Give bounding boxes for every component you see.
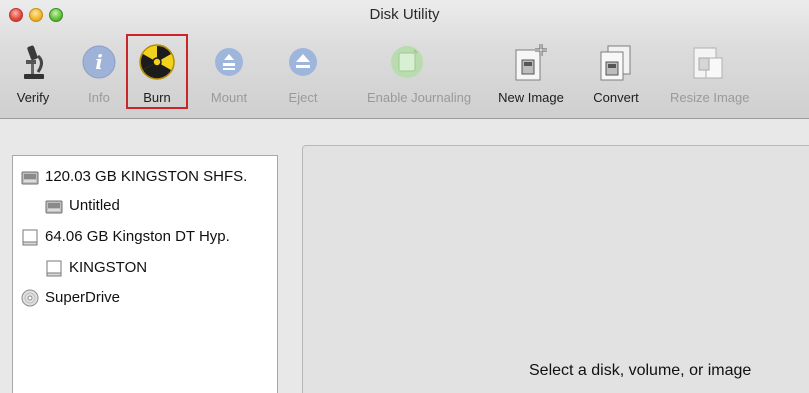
usb-drive-icon — [22, 229, 38, 246]
info-icon: i — [82, 45, 116, 79]
new-image-icon — [515, 44, 547, 81]
mount-icon — [215, 48, 243, 76]
volume-item-label: KINGSTON — [69, 259, 148, 276]
info-button[interactable]: i Info — [79, 42, 119, 105]
window-title: Disk Utility — [369, 6, 440, 23]
toolbar: Disk Utility Verify i Info Burn Mount Ej… — [0, 0, 809, 119]
device-item-label: 120.03 GB KINGSTON SHFS. — [45, 168, 248, 185]
disk-utility-window: Disk Utility Verify i Info Burn Mount Ej… — [0, 0, 809, 393]
mount-button[interactable]: Mount — [211, 42, 247, 105]
convert-icon — [600, 45, 631, 81]
eject-button[interactable]: Eject — [286, 42, 320, 105]
svg-text:i: i — [95, 50, 103, 74]
enable-journaling-button[interactable]: Enable Journaling — [367, 42, 471, 105]
volume-item-label: Untitled — [69, 197, 120, 214]
optical-drive-icon — [21, 289, 39, 307]
verify-label: Verify — [16, 90, 50, 105]
info-pane: Select a disk, volume, or image — [302, 145, 809, 393]
hard-drive-icon — [21, 171, 39, 185]
selection-hint: Select a disk, volume, or image — [529, 362, 752, 379]
device-item-label: SuperDrive — [45, 289, 121, 306]
microscope-icon — [24, 45, 44, 79]
enable-journaling-label: Enable Journaling — [367, 90, 472, 105]
convert-label: Convert — [593, 90, 639, 105]
burn-highlight-box — [126, 34, 188, 109]
convert-button[interactable]: Convert — [593, 42, 639, 105]
resize-image-icon — [693, 47, 723, 79]
new-image-label: New Image — [498, 90, 564, 105]
device-list[interactable]: 120.03 GB KINGSTON SHFS. Untitled 64.06 … — [12, 155, 278, 393]
new-image-button[interactable]: New Image — [498, 42, 564, 105]
eject-icon — [289, 48, 317, 76]
device-item-label: 64.06 GB Kingston DT Hyp. — [45, 228, 230, 245]
usb-volume-icon — [46, 260, 62, 277]
mount-label: Mount — [210, 90, 248, 105]
journaling-icon — [391, 46, 423, 78]
volume-icon — [45, 200, 63, 214]
eject-label: Eject — [288, 90, 318, 105]
verify-button[interactable]: Verify — [17, 42, 49, 105]
resize-image-button[interactable]: Resize Image — [670, 42, 749, 105]
resize-image-label: Resize Image — [670, 90, 750, 105]
